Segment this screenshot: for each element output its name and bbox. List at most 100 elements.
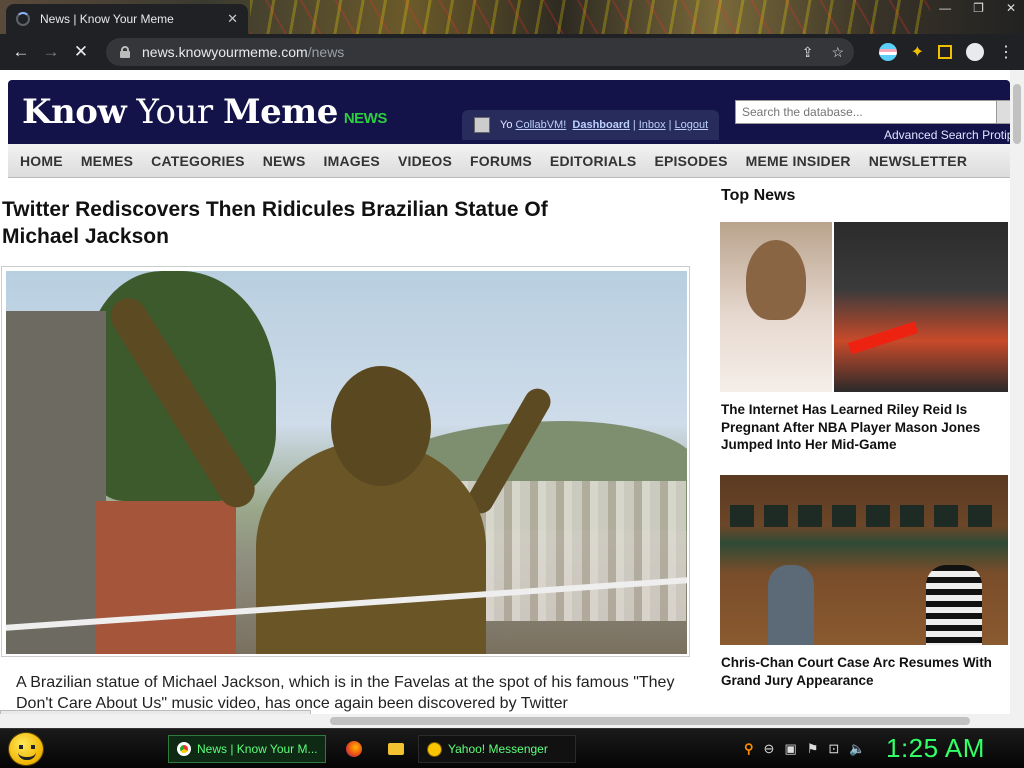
top-news-link[interactable]: The Internet Has Learned Riley Reid Is P… [721, 401, 1006, 454]
bookmark-star-icon[interactable]: ☆ [831, 44, 844, 61]
red-arrow-icon [847, 321, 919, 355]
site-logo[interactable]: Know Your Meme NEWS [22, 92, 387, 132]
url-path: /news [307, 44, 345, 60]
yahoo-messenger-icon [427, 741, 442, 757]
extensions-area: ✦ ⋮ [878, 42, 1014, 62]
nav-videos[interactable]: VIDEOS [398, 153, 452, 169]
profile-avatar-icon[interactable] [966, 43, 984, 61]
smiley-eyes [19, 745, 35, 749]
nav-forums[interactable]: FORUMS [470, 153, 532, 169]
loading-spinner-icon [16, 12, 30, 26]
chrome-icon [177, 742, 191, 756]
horizontal-scrollbar[interactable] [0, 714, 1010, 728]
user-greeting: Yo [500, 119, 513, 131]
firefox-icon [346, 741, 362, 757]
user-panel: Yo CollabVM! Dashboard | Inbox | Logout [462, 110, 719, 140]
dashboard-link[interactable]: Dashboard [572, 119, 629, 131]
vertical-scrollbar[interactable] [1010, 70, 1024, 728]
volume-tray-icon[interactable]: 🔈 [849, 741, 865, 757]
url-domain: news.knowyourmeme.com [142, 44, 308, 60]
photo-bricks [96, 501, 236, 654]
taskbar: News | Know Your M... Yahoo! Messenger ⚲… [0, 728, 1024, 768]
top-news-thumbnail[interactable] [720, 222, 1008, 392]
lock-icon[interactable] [120, 46, 130, 58]
tab-title: News | Know Your Meme [40, 12, 174, 26]
back-arrow-icon[interactable]: ← [6, 42, 36, 62]
folder-icon [388, 743, 404, 755]
site-header: Know Your Meme NEWS Yo CollabVM! Dashboar… [8, 80, 1013, 144]
taskbar-chrome-button[interactable]: News | Know Your M... [168, 735, 326, 763]
browser-menu-icon[interactable]: ⋮ [998, 42, 1014, 62]
scrollbar-thumb[interactable] [330, 717, 970, 725]
window-controls: — ❐ ✕ [939, 0, 1016, 16]
pride-flag-extension-icon[interactable] [878, 43, 897, 61]
nav-meme-insider[interactable]: MEME INSIDER [746, 153, 851, 169]
stop-loading-icon[interactable]: ✕ [66, 42, 96, 62]
user-avatar[interactable] [474, 117, 490, 133]
separator: | [632, 119, 636, 131]
main-navigation: HOME MEMES CATEGORIES NEWS IMAGES VIDEOS… [8, 144, 1010, 178]
window-close-button[interactable]: ✕ [1006, 1, 1016, 15]
browser-toolbar: ← → ✕ news.knowyourmeme.com/news ⇪ ☆ ✦ ⋮ [0, 34, 1024, 70]
share-icon[interactable]: ⇪ [802, 44, 814, 61]
logo-word-know: Know [22, 92, 127, 132]
advanced-search-link[interactable]: Advanced Search Protip [884, 128, 1013, 142]
taskbar-yahoo-label: Yahoo! Messenger [448, 742, 548, 756]
nav-home[interactable]: HOME [20, 153, 63, 169]
flag-tray-icon[interactable]: ⚑ [807, 741, 819, 757]
display-tray-icon[interactable]: ▣ [784, 741, 796, 757]
top-news-thumbnail[interactable] [720, 475, 1008, 645]
thumbnail-judges [730, 505, 998, 527]
search-tray-icon[interactable]: ⚲ [744, 741, 754, 757]
page-viewport: Know Your Meme NEWS Yo CollabVM! Dashboar… [0, 70, 1024, 728]
taskbar-yahoo-button[interactable]: Yahoo! Messenger [418, 735, 576, 763]
browser-tab-active[interactable]: News | Know Your Meme ✕ [6, 4, 248, 34]
thumbnail-person-right [926, 565, 982, 645]
restore-button[interactable]: ❐ [973, 1, 984, 15]
photo-wall [6, 311, 106, 654]
article-headline: Twitter Rediscovers Then Ridicules Brazi… [2, 198, 548, 248]
separator: | [668, 119, 672, 131]
nav-news[interactable]: NEWS [263, 153, 306, 169]
network-tray-icon[interactable]: ⊡ [828, 741, 839, 757]
browser-tab-strip: News | Know Your Meme ✕ — ❐ ✕ [0, 0, 1024, 34]
scrollbar-thumb[interactable] [1013, 84, 1021, 144]
username-link[interactable]: CollabVM! [516, 119, 567, 131]
minus-tray-icon[interactable]: ⊖ [764, 741, 775, 757]
system-tray: ⚲ ⊖ ▣ ⚑ ⊡ 🔈 [744, 741, 865, 757]
start-button-smiley-icon[interactable] [8, 732, 44, 766]
logo-news-tag: NEWS [343, 110, 388, 127]
smiley-mouth [18, 752, 36, 760]
site-search-input[interactable] [735, 100, 997, 124]
nav-memes[interactable]: MEMES [81, 153, 133, 169]
photo-statue-head [331, 366, 431, 486]
wallpaper-scribble [250, 0, 930, 34]
thumbnail-person-left [768, 565, 814, 645]
nav-newsletter[interactable]: NEWSLETTER [869, 153, 967, 169]
logout-link[interactable]: Logout [675, 119, 709, 131]
logo-word-meme: Meme [222, 92, 338, 132]
top-news-heading: Top News [721, 187, 796, 204]
minimize-button[interactable]: — [939, 1, 951, 15]
logo-word-your: Your [126, 92, 223, 132]
forward-arrow-icon[interactable]: → [36, 42, 66, 62]
taskbar-clock[interactable]: 1:25 AM [886, 733, 985, 764]
puzzle-extensions-icon[interactable]: ✦ [911, 42, 924, 62]
taskbar-firefox-button[interactable] [338, 735, 362, 763]
address-bar[interactable]: news.knowyourmeme.com/news ⇪ ☆ [106, 38, 854, 66]
nav-categories[interactable]: CATEGORIES [151, 153, 245, 169]
side-panel-icon[interactable] [938, 45, 952, 59]
thumbnail-photo-left [720, 222, 832, 392]
article-hero-image[interactable] [1, 266, 690, 657]
top-news-link[interactable]: Chris-Chan Court Case Arc Resumes With G… [721, 654, 1006, 689]
tab-close-icon[interactable]: ✕ [227, 11, 238, 27]
taskbar-folder-button[interactable] [380, 735, 404, 763]
statue-photo [6, 271, 687, 654]
article-body: A Brazilian statue of Michael Jackson, w… [16, 674, 675, 712]
nav-images[interactable]: IMAGES [324, 153, 380, 169]
nav-episodes[interactable]: EPISODES [654, 153, 727, 169]
taskbar-chrome-label: News | Know Your M... [197, 742, 318, 756]
inbox-link[interactable]: Inbox [639, 119, 666, 131]
nav-editorials[interactable]: EDITORIALS [550, 153, 637, 169]
thumbnail-photo-right [834, 222, 1008, 392]
